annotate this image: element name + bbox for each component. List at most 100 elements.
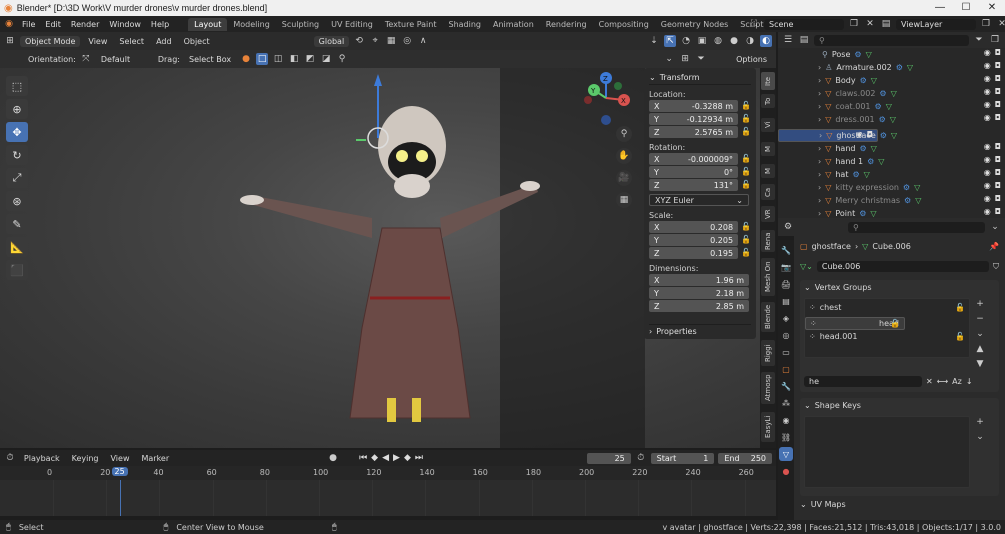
new-view-layer-icon[interactable]: ❐: [980, 18, 992, 30]
menu-file[interactable]: File: [17, 20, 40, 29]
sidebar-tab-vr[interactable]: VR: [761, 206, 775, 222]
rotation-mode-dropdown[interactable]: XYZ Euler ⌄: [649, 194, 749, 206]
render-camera-icon[interactable]: ◘: [995, 61, 1001, 70]
select-mode-extend-icon[interactable]: ◫: [272, 53, 284, 65]
lock-icon[interactable]: 🔓: [741, 114, 751, 123]
mesh-name-field[interactable]: Cube.006: [816, 261, 989, 272]
expand-chevron-icon[interactable]: ›: [818, 170, 821, 179]
render-camera-icon[interactable]: ◘: [995, 207, 1001, 216]
mesh-data-icon[interactable]: ▽⌄: [800, 262, 813, 271]
visibility-eye-icon[interactable]: ◉: [856, 130, 863, 139]
blender-menu-icon[interactable]: ◉: [3, 18, 15, 30]
color-wheel-icon[interactable]: ●: [240, 53, 252, 65]
sort-alpha-icon[interactable]: Az: [952, 377, 962, 386]
add-icon[interactable]: +: [974, 298, 986, 310]
select-mode-new-icon[interactable]: □: [256, 53, 269, 65]
object-mode-dropdown[interactable]: Object Mode: [20, 35, 81, 47]
lock-icon[interactable]: 🔓: [741, 248, 751, 257]
lock-icon[interactable]: 🔓: [741, 235, 751, 244]
select-mode-intersect-icon[interactable]: ◪: [320, 53, 332, 65]
location-z-field[interactable]: Z 2.5765 m: [649, 126, 739, 138]
lock-icon[interactable]: 🔓: [741, 127, 751, 136]
material-tab-icon[interactable]: ●: [779, 464, 793, 478]
measure-tool-icon[interactable]: 📐: [6, 237, 28, 257]
rotation-x-field[interactable]: X -0.000009°: [649, 153, 739, 165]
outliner-item[interactable]: › ▽ hat ⚙ ▽ ◉ ◘: [778, 168, 1005, 181]
rotation-y-field[interactable]: Y 0°: [649, 166, 739, 178]
sidebar-tab-easyli[interactable]: EasyLi: [761, 412, 775, 442]
menu-view[interactable]: View: [84, 37, 111, 46]
shading-rendered-icon[interactable]: ◐: [760, 35, 772, 47]
filter-icon[interactable]: ⏷: [695, 53, 707, 65]
visibility-eye-icon[interactable]: ◉: [984, 87, 991, 96]
tab-compositing[interactable]: Compositing: [593, 18, 655, 31]
outliner-item[interactable]: › ▽ claws.002 ⚙ ▽ ◉ ◘: [778, 87, 1005, 100]
scale-y-field[interactable]: Y 0.205: [649, 234, 739, 246]
visibility-eye-icon[interactable]: ◉: [984, 100, 991, 109]
drag-dropdown[interactable]: Select Box: [183, 53, 237, 65]
view-layer-icon[interactable]: ▤: [880, 18, 892, 30]
specials-chevron-icon[interactable]: ⌄: [974, 328, 986, 340]
location-y-field[interactable]: Y -0.12934 m: [649, 113, 739, 125]
options-chevron-icon[interactable]: ⌄: [989, 221, 1001, 233]
sidebar-tab-item[interactable]: Ite: [761, 72, 775, 90]
options-button[interactable]: Options: [731, 53, 772, 65]
move-tool-icon[interactable]: ✥: [6, 122, 28, 142]
close-button[interactable]: ✕: [979, 0, 1005, 16]
outliner-item[interactable]: › ▽ Body ⚙ ▽ ◉ ◘: [778, 74, 1005, 87]
lock-icon[interactable]: 🔓: [955, 303, 965, 312]
list-item[interactable]: ⁘ head 🔓: [805, 317, 905, 330]
filter-icon[interactable]: ⏷: [973, 34, 985, 46]
lock-icon[interactable]: 🔓: [741, 180, 751, 189]
dimensions-z-field[interactable]: Z 2.85 m: [649, 300, 749, 312]
tab-layout[interactable]: Layout: [188, 17, 228, 31]
lock-icon[interactable]: 🔓: [741, 154, 751, 163]
shading-solid-icon[interactable]: ●: [728, 35, 740, 47]
clear-filter-icon[interactable]: ✕: [926, 377, 933, 386]
expand-chevron-icon[interactable]: ›: [819, 131, 822, 140]
sidebar-tab-atmosp[interactable]: Atmosp: [761, 372, 775, 404]
properties-editor-icon[interactable]: ⚙: [782, 221, 794, 233]
pan-hand-icon[interactable]: ✋: [616, 148, 632, 164]
scene-icon[interactable]: ⛶: [748, 18, 760, 30]
zoom-icon[interactable]: ⚲: [616, 126, 632, 142]
play-icon[interactable]: ▶: [391, 453, 402, 463]
menu-keying[interactable]: Keying: [68, 454, 103, 463]
particles-tab-icon[interactable]: ⁂: [779, 396, 793, 410]
tab-shading[interactable]: Shading: [442, 18, 487, 31]
jump-end-icon[interactable]: ⏭: [413, 453, 425, 463]
jump-prev-keyframe-icon[interactable]: ◆: [369, 453, 380, 463]
transform-space-dropdown[interactable]: Global: [313, 35, 350, 47]
sidebar-tab-m1[interactable]: M: [761, 142, 775, 156]
jump-start-icon[interactable]: ⏮: [357, 453, 369, 463]
sort-reverse-icon[interactable]: ↓: [966, 377, 973, 386]
expand-chevron-icon[interactable]: ›: [818, 102, 821, 111]
render-camera-icon[interactable]: ◘: [995, 87, 1001, 96]
add-cube-tool-icon[interactable]: ⬛: [6, 260, 28, 280]
outliner-item[interactable]: › ▽ hand 1 ⚙ ▽ ◉ ◘: [778, 155, 1005, 168]
constraints-tab-icon[interactable]: ⛓: [779, 430, 793, 444]
new-scene-icon[interactable]: ❐: [848, 18, 860, 30]
dimensions-x-field[interactable]: X 1.96 m: [649, 274, 749, 286]
snap-chevron-icon[interactable]: ⌄: [663, 53, 675, 65]
visibility-eye-icon[interactable]: ◉: [984, 155, 991, 164]
sidebar-tab-riggi[interactable]: Riggi: [761, 340, 775, 366]
ortho-grid-icon[interactable]: ▦: [616, 192, 632, 208]
tab-sculpting[interactable]: Sculpting: [276, 18, 325, 31]
current-frame-field[interactable]: 25: [586, 452, 631, 464]
mesh-data-tab-icon[interactable]: ▽: [779, 447, 793, 461]
world-tab-icon[interactable]: ◎: [779, 328, 793, 342]
vertex-filter-input[interactable]: he: [804, 376, 922, 387]
collection-tab-icon[interactable]: ▭: [779, 345, 793, 359]
start-frame-field[interactable]: Start 1: [650, 452, 715, 464]
render-tab-icon[interactable]: 📷: [779, 260, 793, 274]
scale-x-field[interactable]: X 0.208: [649, 221, 739, 233]
minimize-button[interactable]: —: [927, 0, 953, 16]
menu-help[interactable]: Help: [146, 20, 174, 29]
proportional-edit-icon[interactable]: ◎: [401, 35, 413, 47]
output-tab-icon[interactable]: 🖨: [779, 277, 793, 291]
render-camera-icon[interactable]: ◘: [995, 181, 1001, 190]
clock-icon[interactable]: ⏱: [635, 452, 647, 464]
sidebar-tab-ca[interactable]: Ca: [761, 184, 775, 200]
menu-edit[interactable]: Edit: [40, 20, 66, 29]
